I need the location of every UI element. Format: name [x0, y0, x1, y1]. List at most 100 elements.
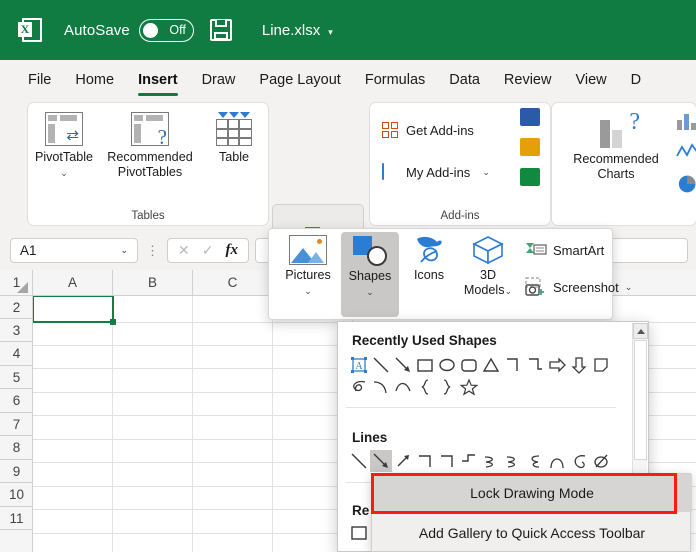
- shape-scribble[interactable]: [348, 376, 370, 398]
- shape-arc[interactable]: [392, 376, 414, 398]
- file-name[interactable]: Line.xlsx: [262, 22, 320, 39]
- tab-data[interactable]: Data: [449, 60, 480, 100]
- line-shape-line[interactable]: [348, 450, 370, 472]
- rect-shape-rectangle[interactable]: [348, 522, 370, 544]
- row-header-3[interactable]: 3: [0, 319, 33, 342]
- chevron-down-icon[interactable]: ⌄: [32, 166, 96, 181]
- save-icon[interactable]: [210, 19, 232, 41]
- line-shape-elbow-arrow[interactable]: [436, 450, 458, 472]
- tab-page-layout[interactable]: Page Layout: [259, 60, 340, 100]
- line-shape-elbow-connector[interactable]: [414, 450, 436, 472]
- pictures-icon: [289, 235, 327, 265]
- icons-button[interactable]: Icons: [402, 235, 456, 283]
- row-header-6[interactable]: 6: [0, 389, 33, 413]
- recommended-charts-button[interactable]: ? Recommended Charts: [566, 114, 666, 182]
- tab-developer[interactable]: D: [631, 60, 641, 100]
- tab-file[interactable]: File: [28, 60, 51, 100]
- cancel-icon[interactable]: ✕: [178, 242, 190, 259]
- screenshot-icon: [525, 277, 547, 297]
- chevron-down-icon[interactable]: ⌄: [277, 284, 339, 299]
- chevron-down-icon[interactable]: ▾: [328, 27, 333, 38]
- context-menu-item-add-gallery-to-qat[interactable]: Add Gallery to Quick Access Toolbar: [372, 514, 692, 552]
- 3d-models-button[interactable]: 3D Models⌄: [457, 235, 519, 299]
- line-shape-scribble[interactable]: [590, 450, 612, 472]
- fill-handle[interactable]: [110, 319, 116, 325]
- shape-triangle[interactable]: [480, 354, 502, 376]
- tab-review[interactable]: Review: [504, 60, 552, 100]
- bing-maps-addin-icon[interactable]: [520, 138, 540, 156]
- pie-chart-icon[interactable]: [676, 174, 696, 194]
- name-box[interactable]: A1 ⌄: [10, 238, 138, 263]
- my-addins-icon: [382, 164, 400, 180]
- recommended-pivottables-button[interactable]: ? Recommended PivotTables: [98, 112, 202, 180]
- gallery-section-title-lines: Lines: [352, 430, 387, 445]
- screenshot-button[interactable]: Screenshot ⌄: [525, 277, 632, 297]
- pivottable-button[interactable]: ⇄ PivotTable ⌄: [32, 112, 96, 181]
- context-menu-item-lock-drawing-mode[interactable]: Lock Drawing Mode: [372, 474, 692, 512]
- visio-addin-icon[interactable]: [520, 108, 540, 126]
- shape-rectangle[interactable]: [414, 354, 436, 376]
- tab-home[interactable]: Home: [75, 60, 114, 100]
- my-addins-button[interactable]: My Add-ins ⌄: [382, 164, 490, 180]
- row-header-7[interactable]: 7: [0, 413, 33, 436]
- chevron-down-icon[interactable]: ⌄: [120, 245, 128, 256]
- line-shape-freeform[interactable]: [568, 450, 590, 472]
- chevron-down-icon[interactable]: ⌄: [505, 286, 513, 296]
- autosave-toggle[interactable]: Off: [139, 19, 194, 42]
- selected-cell-a1[interactable]: [33, 296, 114, 323]
- shape-down-arrow[interactable]: [568, 354, 590, 376]
- insert-function-icon[interactable]: fx: [225, 242, 238, 259]
- row-header-2[interactable]: 2: [0, 296, 33, 319]
- shape-curve[interactable]: [370, 376, 392, 398]
- scroll-up-button[interactable]: [633, 323, 648, 339]
- row-header-10[interactable]: 10: [0, 483, 33, 507]
- shape-line[interactable]: [370, 354, 392, 376]
- people-graph-addin-icon[interactable]: [520, 168, 540, 186]
- line-shape-double-arrow[interactable]: [392, 450, 414, 472]
- chevron-down-icon[interactable]: ⌄: [341, 285, 399, 300]
- table-button[interactable]: Table: [206, 112, 262, 165]
- shape-rounded-rectangle[interactable]: [458, 354, 480, 376]
- shapes-button[interactable]: Shapes ⌄: [341, 232, 399, 317]
- line-shape-curve[interactable]: [546, 450, 568, 472]
- row-header-11[interactable]: 11: [0, 507, 33, 530]
- pictures-button[interactable]: Pictures ⌄: [277, 235, 339, 299]
- smartart-button[interactable]: SmartArt: [525, 241, 604, 259]
- row-header-4[interactable]: 4: [0, 342, 33, 366]
- row-header-9[interactable]: 9: [0, 460, 33, 483]
- enter-icon[interactable]: ✓: [202, 242, 214, 259]
- column-header-c[interactable]: C: [193, 270, 273, 296]
- get-addins-button[interactable]: Get Add-ins: [382, 122, 474, 139]
- line-shape-curved-double-arrow[interactable]: [524, 450, 546, 472]
- line-shape-line-arrow[interactable]: [370, 450, 392, 472]
- shape-oval[interactable]: [436, 354, 458, 376]
- shape-star-5-point[interactable]: [458, 376, 480, 398]
- line-shape-curved-arrow[interactable]: [502, 450, 524, 472]
- row-header-1[interactable]: 1: [0, 270, 33, 296]
- line-chart-icon[interactable]: [676, 142, 696, 162]
- row-header-8[interactable]: 8: [0, 436, 33, 460]
- tab-formulas[interactable]: Formulas: [365, 60, 425, 100]
- line-shape-curved-connector[interactable]: [480, 450, 502, 472]
- tab-draw[interactable]: Draw: [202, 60, 236, 100]
- column-header-b[interactable]: B: [113, 270, 193, 296]
- shape-line-arrow[interactable]: [392, 354, 414, 376]
- shape-flowchart-shape[interactable]: [590, 354, 612, 376]
- shape-text-box[interactable]: A: [348, 354, 370, 376]
- line-shape-elbow-double-arrow[interactable]: [458, 450, 480, 472]
- shape-right-brace[interactable]: [436, 376, 458, 398]
- formula-bar-grip[interactable]: ⋮: [146, 246, 159, 255]
- scrollbar-thumb[interactable]: [634, 340, 647, 460]
- shape-right-arrow[interactable]: [546, 354, 568, 376]
- column-chart-icon[interactable]: [676, 110, 696, 130]
- shape-elbow-arrow-connector[interactable]: [524, 354, 546, 376]
- tab-view[interactable]: View: [575, 60, 606, 100]
- chevron-down-icon[interactable]: ⌄: [625, 282, 633, 293]
- row-header-5[interactable]: 5: [0, 366, 33, 389]
- chevron-down-icon[interactable]: ⌄: [482, 167, 490, 178]
- tab-insert[interactable]: Insert: [138, 60, 178, 100]
- shape-elbow-connector[interactable]: [502, 354, 524, 376]
- shape-left-brace[interactable]: [414, 376, 436, 398]
- column-header-a[interactable]: A: [33, 270, 113, 296]
- smartart-icon: [525, 241, 547, 259]
